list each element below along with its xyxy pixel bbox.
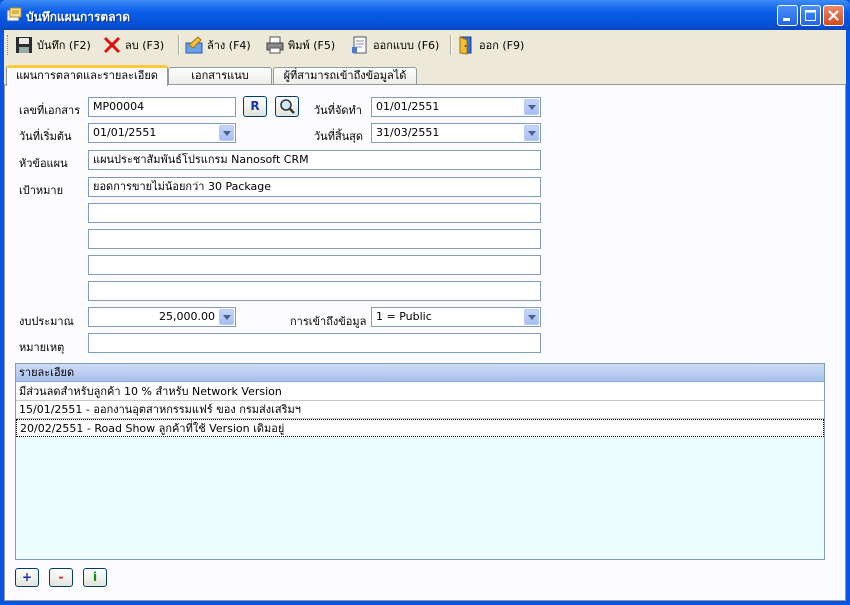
doc-no-label: เลขที่เอกสาร xyxy=(19,104,81,117)
design-label: ออกแบบ (F6) xyxy=(373,39,440,52)
floppy-disk-icon xyxy=(16,37,32,53)
chevron-down-icon[interactable] xyxy=(219,309,234,325)
tab-marketing-plan[interactable]: แผนการตลาดและรายละเอียด xyxy=(6,65,168,86)
end-date-value: 31/03/2551 xyxy=(376,126,440,139)
print-button[interactable]: พิมพ์ (F5) xyxy=(265,34,335,56)
magnifier-icon xyxy=(280,99,295,114)
eraser-icon xyxy=(185,36,203,54)
chevron-down-icon[interactable] xyxy=(219,125,234,141)
delete-label: ลบ (F3) xyxy=(125,39,165,52)
created-date-picker[interactable]: 01/01/2551 xyxy=(371,97,541,117)
table-row[interactable]: 20/02/2551 - Road Show ลูกค้าที่ใช้ Vers… xyxy=(16,419,824,437)
window-title: บันทึกแผนการตลาด xyxy=(26,10,131,24)
tab-attachments[interactable]: เอกสารแนบ xyxy=(168,67,272,85)
print-label: พิมพ์ (F5) xyxy=(288,39,336,52)
delete-button[interactable]: ลบ (F3) xyxy=(102,34,164,56)
topic-label: หัวข้อแผน xyxy=(19,157,68,170)
goal-label: เป้าหมาย xyxy=(19,184,64,197)
topic-input[interactable]: แผนประชาสัมพันธ์โปรแกรม Nanosoft CRM xyxy=(88,150,541,170)
goal-input-1[interactable]: ยอดการขายไม่น้อยกว่า 30 Package xyxy=(88,177,541,197)
close-icon xyxy=(828,10,839,21)
minimize-icon xyxy=(783,18,790,21)
tab-strip: แผนการตลาดและรายละเอียด เอกสารแนบ ผู้ที่… xyxy=(4,65,846,86)
chevron-down-icon[interactable] xyxy=(524,309,539,325)
created-label: วันที่จัดทำ xyxy=(314,104,362,117)
access-label: การเข้าถึงข้อมูล xyxy=(290,315,367,328)
chevron-down-icon[interactable] xyxy=(524,125,539,141)
created-date-value: 01/01/2551 xyxy=(376,100,440,113)
budget-value: 25,000.00 xyxy=(159,310,215,323)
search-button[interactable] xyxy=(275,96,299,117)
doc-no-input[interactable]: MP00004 xyxy=(88,97,236,117)
clear-button[interactable]: ล้าง (F4) xyxy=(184,34,251,56)
save-button[interactable]: บันทึก (F2) xyxy=(14,34,91,56)
title-bar[interactable]: บันทึกแผนการตลาด xyxy=(0,0,850,30)
toolbar-separator xyxy=(450,35,452,55)
access-value: 1 = Public xyxy=(376,310,432,323)
end-label: วันที่สิ้นสุด xyxy=(314,130,364,143)
minimize-button[interactable] xyxy=(777,5,798,26)
exit-door-icon xyxy=(459,36,472,55)
table-row[interactable]: มีส่วนลดสำหรับลูกค้า 10 % สำหรับ Network… xyxy=(16,383,824,401)
design-button[interactable]: ออกแบบ (F6) xyxy=(350,34,439,56)
toolbar-grip[interactable] xyxy=(7,35,11,55)
tab-panel: เลขที่เอกสาร MP00004 R วันที่จัดทำ 01/01… xyxy=(4,84,846,601)
details-header: รายละเอียด xyxy=(16,364,824,382)
app-window: บันทึกแผนการตลาด บันทึก (F2) ลบ (F3) ล้า… xyxy=(0,0,850,605)
r-button[interactable]: R xyxy=(243,96,267,117)
client-area: บันทึก (F2) ลบ (F3) ล้าง (F4) พิมพ์ (F5)… xyxy=(4,30,846,601)
goal-input-3[interactable] xyxy=(88,229,541,249)
remove-row-button[interactable]: - xyxy=(49,568,73,587)
goal-input-2[interactable] xyxy=(88,203,541,223)
document-design-icon xyxy=(352,36,367,54)
clear-label: ล้าง (F4) xyxy=(207,39,251,52)
access-select[interactable]: 1 = Public xyxy=(371,307,541,327)
maximize-icon xyxy=(805,10,816,21)
exit-label: ออก (F9) xyxy=(479,39,525,52)
goal-input-5[interactable] xyxy=(88,281,541,301)
details-grid[interactable]: รายละเอียด มีส่วนลดสำหรับลูกค้า 10 % สำห… xyxy=(15,363,825,560)
start-date-value: 01/01/2551 xyxy=(93,126,157,139)
close-button[interactable] xyxy=(823,5,844,26)
goal-input-4[interactable] xyxy=(88,255,541,275)
chevron-down-icon[interactable] xyxy=(524,99,539,115)
note-label: หมายเหตุ xyxy=(19,341,65,354)
app-icon xyxy=(6,7,22,22)
end-date-picker[interactable]: 31/03/2551 xyxy=(371,123,541,143)
maximize-button[interactable] xyxy=(800,5,821,26)
save-label: บันทึก (F2) xyxy=(37,39,91,52)
start-date-picker[interactable]: 01/01/2551 xyxy=(88,123,236,143)
budget-label: งบประมาณ xyxy=(19,315,74,328)
budget-input[interactable]: 25,000.00 xyxy=(88,307,236,327)
toolbar: บันทึก (F2) ลบ (F3) ล้าง (F4) พิมพ์ (F5)… xyxy=(4,30,846,60)
add-row-button[interactable]: + xyxy=(15,568,39,587)
printer-icon xyxy=(266,36,284,54)
tab-label: เอกสารแนบ xyxy=(191,69,249,82)
toolbar-separator xyxy=(178,35,180,55)
tab-access-users[interactable]: ผู้ที่สามารถเข้าถึงข้อมูลได้ xyxy=(273,67,417,85)
start-label: วันที่เริ่มต้น xyxy=(19,130,72,143)
table-row[interactable]: 15/01/2551 - ออกงานอุตสาหกรรมแฟร์ ของ กร… xyxy=(16,401,824,419)
note-input[interactable] xyxy=(88,333,541,353)
tab-label: แผนการตลาดและรายละเอียด xyxy=(16,69,158,82)
delete-x-icon xyxy=(103,36,121,54)
tab-label: ผู้ที่สามารถเข้าถึงข้อมูลได้ xyxy=(283,69,407,82)
exit-button[interactable]: ออก (F9) xyxy=(456,34,524,56)
info-button[interactable]: i xyxy=(83,568,107,587)
